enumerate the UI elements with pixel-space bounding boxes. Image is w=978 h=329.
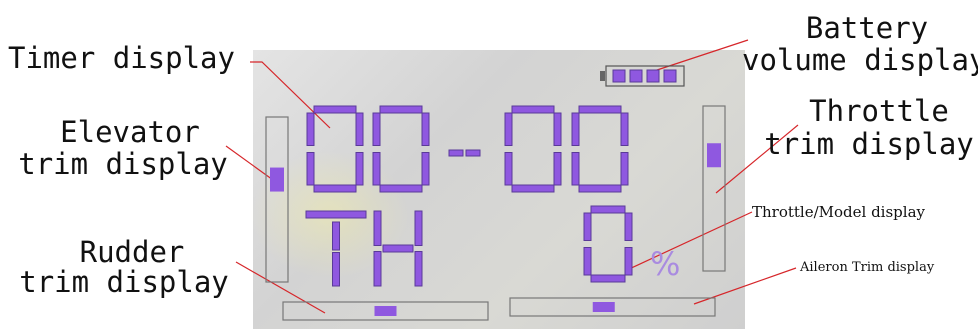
segment-stem-upper (332, 221, 340, 251)
label-timer-display: Timer display (8, 41, 235, 75)
separator-dash-left (448, 149, 464, 157)
segment-digit-0 (372, 105, 430, 193)
elevator-trim-bar (265, 116, 289, 283)
label-battery-line2: volume display (742, 43, 978, 77)
leader-rudder (235, 261, 326, 314)
label-aileron-trim-display: Aileron Trim display (800, 260, 935, 275)
leader-timer (250, 61, 331, 129)
segment-a (511, 105, 555, 114)
segment-c (355, 152, 364, 186)
segment-c (421, 152, 430, 186)
segment-b (355, 112, 364, 146)
segment-f (306, 112, 315, 146)
segment-d (313, 184, 357, 193)
label-battery-line1: Battery (805, 11, 929, 45)
segment-b (620, 112, 629, 146)
segment-f (583, 212, 592, 241)
label-throttle-trim-line2: trim display (764, 127, 974, 161)
elevator-trim-frame (265, 116, 289, 283)
segment-f (571, 112, 580, 146)
segment-c (620, 152, 629, 186)
aileron-trim-marker (592, 302, 615, 312)
segment-c (553, 152, 562, 186)
battery-indicator (600, 65, 685, 87)
aileron-trim-bar (509, 297, 716, 317)
segment-digits (305, 105, 633, 287)
segment-d (578, 184, 622, 193)
percent-sign: % (650, 245, 680, 283)
segment-f (504, 112, 513, 146)
segment-letter-H (373, 210, 423, 287)
battery-bar (629, 69, 643, 83)
label-elevator-line2: trim display (18, 147, 228, 181)
label-rudder-line1: Rudder (79, 235, 185, 269)
segment-a (590, 205, 626, 214)
segment-middle (382, 244, 414, 253)
segment-d (379, 184, 423, 193)
segment-stem-lower (332, 252, 340, 287)
segment-left-upper (373, 210, 382, 246)
segment-b (421, 112, 430, 146)
battery-bar (612, 69, 626, 83)
segment-e (504, 152, 513, 186)
segment-d (511, 184, 555, 193)
segment-b (553, 112, 562, 146)
segment-letter-T (305, 210, 367, 287)
separator-dash-right (465, 149, 481, 157)
segment-right-upper (414, 210, 423, 246)
label-rudder-line2: trim display (19, 265, 229, 299)
segment-e (583, 247, 592, 276)
segment-b (624, 212, 633, 241)
leader-throttle-model (626, 211, 753, 271)
leader-aileron (693, 267, 797, 305)
label-throttle-trim-line1: Throttle (809, 94, 949, 128)
segment-a (313, 105, 357, 114)
label-elevator-line1: Elevator (60, 115, 200, 149)
segment-digit-0 (583, 205, 633, 283)
segment-digit-0 (504, 105, 562, 193)
segment-e (306, 152, 315, 186)
elevator-trim-marker (270, 167, 284, 192)
timer-separator (448, 149, 481, 157)
segment-e (372, 152, 381, 186)
segment-c (624, 247, 633, 276)
segment-f (372, 112, 381, 146)
segment-digit-0 (306, 105, 364, 193)
label-throttle-model-display: Throttle/Model display (752, 203, 925, 221)
rudder-trim-marker (374, 306, 397, 316)
battery-bars (612, 69, 677, 83)
battery-terminal (600, 71, 605, 81)
segment-top (305, 210, 367, 219)
segment-a (379, 105, 423, 114)
rudder-trim-bar (282, 301, 489, 321)
segment-d (590, 274, 626, 283)
battery-bar (663, 69, 677, 83)
segment-digit-0 (571, 105, 629, 193)
segment-a (578, 105, 622, 114)
segment-e (571, 152, 580, 186)
segment-right-lower (414, 251, 423, 287)
segment-left-lower (373, 251, 382, 287)
battery-bar (646, 69, 660, 83)
throttle-trim-marker (707, 143, 721, 168)
